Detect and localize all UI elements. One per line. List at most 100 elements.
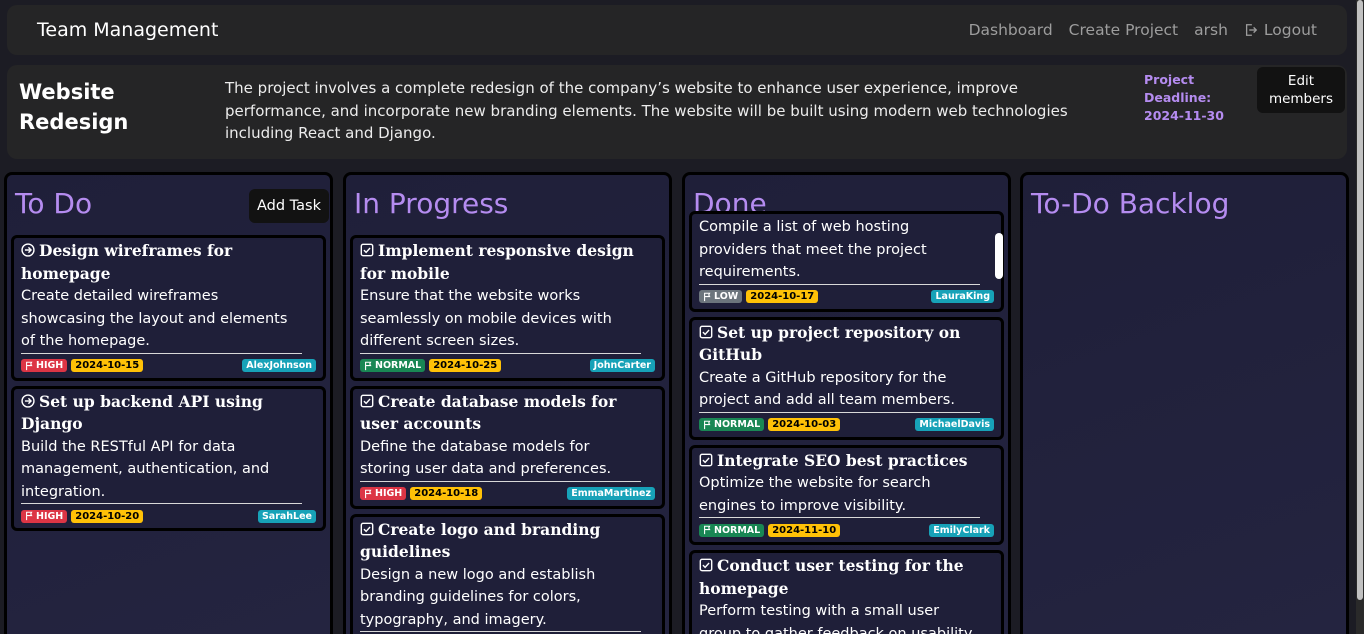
task-card[interactable]: Create database models for user accounts… — [350, 385, 665, 509]
nav-link-create-project[interactable]: Create Project — [1069, 21, 1178, 39]
nav-links: Dashboard Create Project arsh Logout — [969, 21, 1317, 39]
project-title: Website Redesign — [19, 80, 129, 134]
page-scrollbar-thumb[interactable] — [1357, 0, 1363, 600]
logout-link[interactable]: Logout — [1244, 21, 1317, 39]
logout-icon — [1245, 24, 1258, 36]
task-description: Define the database models for storing u… — [360, 436, 641, 482]
priority-label: NORMAL — [714, 524, 761, 536]
arrow-circle-icon[interactable] — [21, 392, 35, 408]
task-title: Create database models for user accounts — [360, 391, 655, 436]
task-card[interactable]: Set up backend API using Django Build the… — [11, 385, 326, 531]
task-card[interactable]: Create logo and branding guidelines Desig… — [350, 513, 665, 634]
task-card[interactable]: Integrate SEO best practices Optimize the… — [689, 444, 1004, 545]
task-meta: NORMAL 2024-10-25 JohnCarter — [360, 357, 655, 375]
add-task-button[interactable]: Add Task — [249, 189, 329, 223]
task-description: Compile a list of web hosting providers … — [699, 216, 980, 285]
task-meta: NORMAL 2024-11-10 EmilyClark — [699, 521, 994, 539]
assignee-badge: EmilyClark — [929, 523, 994, 537]
task-title: Set up project repository on GitHub — [699, 322, 994, 367]
checkbox-icon[interactable] — [360, 241, 374, 257]
task-card[interactable]: Compile a list of web hosting providers … — [689, 211, 1004, 312]
flag-icon — [25, 361, 34, 371]
task-description: Perform testing with a small user group … — [699, 600, 980, 634]
task-title-text: Implement responsive design for mobile — [360, 241, 634, 283]
deadline-label: Project Deadline: — [1144, 72, 1212, 105]
priority-badge: HIGH — [21, 359, 68, 372]
task-meta: HIGH 2024-10-15 AlexJohnson — [21, 357, 316, 375]
edit-members-button[interactable]: Edit members — [1257, 67, 1345, 113]
flag-icon — [703, 525, 712, 535]
task-description: Create detailed wireframes showcasing th… — [21, 285, 302, 354]
task-meta: NORMAL 2024-10-03 MichaelDavis — [699, 416, 994, 434]
task-card[interactable]: Implement responsive design for mobile En… — [350, 235, 665, 381]
priority-badge: HIGH — [21, 509, 68, 523]
navbar: Team Management Dashboard Create Project… — [7, 5, 1347, 55]
checkbox-icon[interactable] — [699, 451, 713, 466]
flag-icon — [364, 489, 373, 499]
column-todo: To Do Add Task Design wireframes for hom… — [4, 172, 333, 634]
task-title: Set up backend API using Django — [21, 391, 316, 436]
checkbox-icon[interactable] — [360, 520, 374, 535]
scrollbar-thumb[interactable] — [995, 233, 1003, 279]
checkbox-icon[interactable] — [360, 392, 374, 407]
flag-icon — [364, 361, 373, 371]
assignee-badge: SarahLee — [257, 509, 316, 523]
priority-badge: NORMAL — [699, 418, 765, 431]
flag-icon — [703, 292, 712, 302]
column-backlog: To-Do Backlog — [1020, 172, 1349, 634]
priority-label: NORMAL — [714, 419, 761, 430]
assignee-badge: MichaelDavis — [915, 418, 994, 431]
priority-label: LOW — [714, 291, 739, 302]
priority-label: HIGH — [36, 360, 64, 371]
flag-icon — [703, 420, 712, 430]
brand-title[interactable]: Team Management — [37, 19, 218, 41]
priority-label: HIGH — [36, 510, 64, 522]
task-description: Design a new logo and establish branding… — [360, 564, 641, 632]
task-title: Create logo and branding guidelines — [360, 519, 655, 564]
task-meta: HIGH 2024-10-18 EmmaMartinez — [360, 485, 655, 503]
task-title-text: Set up backend API using Django — [21, 391, 263, 434]
task-title-text: Integrate SEO best practices — [717, 450, 968, 470]
task-card[interactable]: Design wireframes for homepage Create det… — [11, 235, 326, 381]
task-title-text: Set up project repository on GitHub — [699, 322, 961, 365]
project-description: The project involves a complete redesign… — [225, 79, 1068, 142]
task-title-text: Create database models for user accounts — [360, 391, 617, 434]
assignee-badge: AlexJohnson — [242, 359, 316, 372]
assignee-badge: JohnCarter — [589, 359, 655, 372]
task-meta: HIGH 2024-10-20 SarahLee — [21, 507, 316, 525]
card-list: Implement responsive design for mobile En… — [350, 235, 665, 634]
task-title-text: Conduct user testing for the homepage — [699, 556, 964, 598]
nav-link-dashboard[interactable]: Dashboard — [969, 21, 1053, 39]
due-date-badge: 2024-10-25 — [429, 359, 502, 372]
task-description: Create a GitHub repository for the proje… — [699, 367, 980, 413]
column-title: To Do — [15, 187, 93, 220]
task-card[interactable]: Set up project repository on GitHub Creat… — [689, 316, 1004, 440]
task-title: Implement responsive design for mobile — [360, 240, 655, 285]
task-title: Conduct user testing for the homepage — [699, 555, 994, 600]
task-description: Optimize the website for search engines … — [699, 472, 980, 518]
logout-label: Logout — [1263, 21, 1317, 39]
deadline-date: 2024-11-30 — [1144, 108, 1224, 123]
column-scrollbar[interactable] — [995, 233, 1003, 634]
page-scrollbar[interactable] — [1356, 0, 1364, 634]
flag-icon — [25, 511, 34, 521]
priority-badge: LOW — [699, 290, 743, 303]
task-card[interactable]: Conduct user testing for the homepage Per… — [689, 550, 1004, 634]
task-title-text: Design wireframes for homepage — [21, 241, 233, 283]
project-header: Website Redesign The project involves a … — [7, 65, 1347, 159]
checkbox-icon[interactable] — [699, 323, 713, 338]
priority-badge: HIGH — [360, 487, 407, 500]
due-date-badge: 2024-10-18 — [410, 487, 483, 500]
arrow-circle-icon[interactable] — [21, 241, 35, 257]
nav-link-user[interactable]: arsh — [1194, 21, 1228, 39]
task-title: Design wireframes for homepage — [21, 240, 316, 285]
checkbox-icon[interactable] — [699, 556, 713, 572]
column-done: Done Compile a list of web hosting provi… — [682, 172, 1011, 634]
task-title: Integrate SEO best practices — [699, 450, 994, 473]
task-description: Build the RESTful API for data managemen… — [21, 436, 302, 504]
edit-members-label: Edit members — [1268, 73, 1334, 107]
due-date-badge: 2024-10-20 — [71, 509, 144, 523]
column-title: In Progress — [354, 187, 509, 220]
task-title-text: Create logo and branding guidelines — [360, 519, 601, 562]
assignee-badge: LauraKing — [931, 290, 994, 303]
